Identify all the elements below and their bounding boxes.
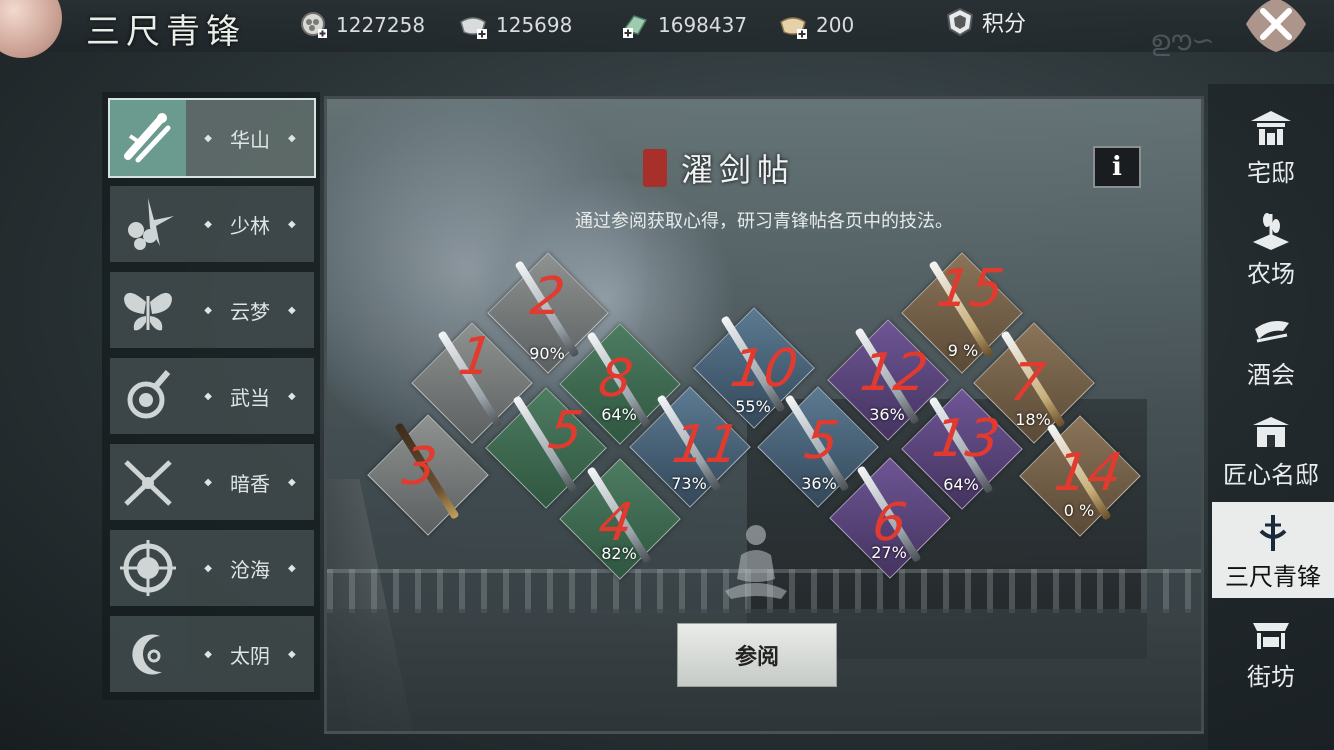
coin-amount: 1227258 xyxy=(336,13,426,37)
sect-name: 武当 xyxy=(230,385,270,410)
nav-item-banquet[interactable]: 酒会 xyxy=(1208,300,1334,396)
scribble-number: 12 xyxy=(856,343,932,403)
coin-add-icon xyxy=(301,12,327,38)
progress-percent: 36% xyxy=(869,405,905,424)
progress-percent: 55% xyxy=(735,397,771,416)
jade-add-icon xyxy=(622,15,648,38)
scribble-number: 15 xyxy=(932,259,1008,319)
sect-tab-shaolin[interactable]: ◆ 少林 ◆ xyxy=(110,186,314,262)
crossed-blades-icon xyxy=(124,460,172,506)
banquet-icon xyxy=(1255,321,1289,343)
consult-button[interactable]: 参阅 xyxy=(677,623,837,687)
moon-icon xyxy=(132,634,162,675)
progress-percent: 9 % xyxy=(947,341,979,360)
progress-percent: 0 % xyxy=(1063,501,1095,520)
resource-coins[interactable]: 1227258 xyxy=(298,10,425,40)
taiji-icon xyxy=(127,370,171,419)
resource-silver[interactable]: 125698 xyxy=(458,10,572,40)
market-stall-icon xyxy=(1253,623,1289,649)
progress-percent: 36% xyxy=(801,474,837,493)
sect-name: 太阴 xyxy=(230,643,270,668)
silver-ingot-add-icon xyxy=(460,17,487,39)
page-title: 三尺青锋 xyxy=(86,12,246,52)
sect-name: 少林 xyxy=(230,213,270,238)
progress-percent: 64% xyxy=(943,475,979,494)
meditating-figure-icon xyxy=(725,525,787,599)
sect-name: 暗香 xyxy=(230,471,270,496)
butterfly-icon xyxy=(124,292,172,331)
score-button[interactable]: 积分 xyxy=(946,6,1026,38)
sect-name: 云梦 xyxy=(230,299,270,324)
gold-amount: 200 xyxy=(816,13,855,37)
nav-item-farm[interactable]: 农场 xyxy=(1208,199,1334,295)
resource-gold[interactable]: 200 xyxy=(778,10,854,40)
sect-name: 华山 xyxy=(230,127,270,152)
nav-label: 三尺青锋 xyxy=(1225,563,1321,591)
progress-percent: 73% xyxy=(671,474,707,493)
nav-item-mansion[interactable]: 匠心名邸 xyxy=(1208,400,1334,496)
sect-tab-taiyin[interactable]: ◆ 太阴 ◆ xyxy=(110,616,314,692)
scribble-number: 10 xyxy=(726,339,802,399)
jade-amount: 1698437 xyxy=(658,13,748,37)
sect-tab-anxiang[interactable]: ◆ 暗香 ◆ xyxy=(110,444,314,520)
red-seal-icon xyxy=(643,149,667,187)
scribble-number: 13 xyxy=(928,409,1004,469)
nav-item-residence[interactable]: 宅邸 xyxy=(1208,98,1334,194)
shield-icon xyxy=(946,7,974,37)
nav-item-sword[interactable]: 三尺青锋 xyxy=(1212,502,1334,598)
sect-tab-wudang[interactable]: ◆ 武当 ◆ xyxy=(110,358,314,434)
sect-tab-huashan[interactable]: ◆ 华山 ◆ xyxy=(108,98,316,178)
silver-amount: 125698 xyxy=(496,13,573,37)
nav-item-market[interactable]: 街坊 xyxy=(1208,602,1334,698)
nav-label: 农场 xyxy=(1247,260,1295,288)
right-nav: 宅邸 农场 酒会 匠心名邸 三尺青锋 街坊 xyxy=(1208,84,1334,750)
mansion-icon xyxy=(1253,417,1289,447)
score-label: 积分 xyxy=(982,12,1027,37)
moon-decoration xyxy=(0,0,62,58)
resource-jade[interactable]: 1698437 xyxy=(620,10,747,40)
gold-ingot-add-icon xyxy=(780,17,807,39)
info-button[interactable]: i xyxy=(1093,146,1141,188)
progress-percent: 90% xyxy=(529,344,565,363)
nav-label: 宅邸 xyxy=(1247,159,1295,187)
sect-name: 沧海 xyxy=(230,557,270,582)
sect-emblem xyxy=(110,100,186,176)
sect-tab-canghai[interactable]: ◆ 沧海 ◆ xyxy=(110,530,314,606)
nav-label: 街坊 xyxy=(1247,663,1295,691)
shaolin-icon xyxy=(128,198,174,250)
scribble-number: 11 xyxy=(668,415,744,475)
huashan-sword-icon xyxy=(124,113,171,163)
sect-list: ◆ 华山 ◆ ◆ 少林 ◆ ◆ 云梦 ◆ ◆ 武当 ◆ ◆ 暗香 ◆ ◆ 沧海 … xyxy=(102,92,320,700)
nav-label: 匠心名邸 xyxy=(1223,461,1319,489)
sword-emblem-icon xyxy=(1259,515,1287,551)
top-bar: 三尺青锋 1227258 125698 1698437 200 积分 ഊ∽ xyxy=(0,0,1334,58)
nav-label: 酒会 xyxy=(1247,361,1295,389)
sect-tab-yunmeng[interactable]: ◆ 云梦 ◆ xyxy=(110,272,314,348)
residence-icon xyxy=(1251,111,1291,145)
farm-icon xyxy=(1253,213,1289,250)
book-title: 濯剑帖 xyxy=(681,151,796,189)
sword-book-panel: 濯剑帖 i 通过参阅获取心得，研习青锋帖各页中的技法。 1 90% 2 3 64… xyxy=(324,96,1204,734)
book-subtitle: 通过参阅获取心得，研习青锋帖各页中的技法。 xyxy=(575,211,953,232)
scribble-number: 14 xyxy=(1050,443,1126,503)
compass-wheel-icon xyxy=(120,540,176,596)
close-button[interactable] xyxy=(1236,0,1316,56)
